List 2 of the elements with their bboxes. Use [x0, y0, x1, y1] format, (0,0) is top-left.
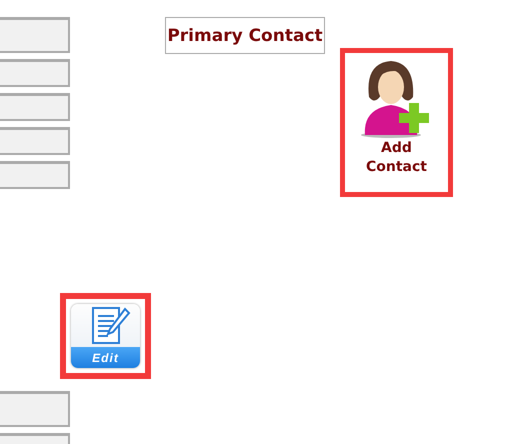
add-contact-button[interactable]: Add Contact	[340, 48, 453, 197]
section-title: Primary Contact	[165, 17, 325, 54]
